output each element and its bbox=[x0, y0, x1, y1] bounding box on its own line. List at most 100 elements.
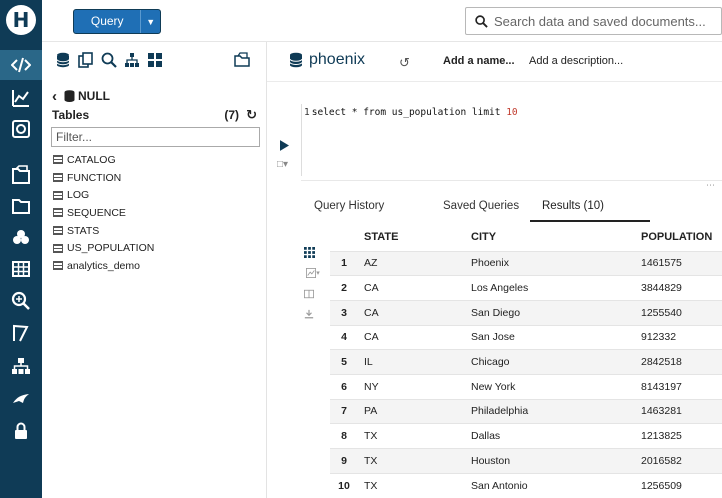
table-list: CATALOG FUNCTION LOG SEQUENCE STATS US_P… bbox=[53, 151, 253, 275]
table-icon bbox=[53, 190, 63, 200]
table-item[interactable]: STATS bbox=[53, 222, 253, 240]
table-row[interactable]: 5 IL Chicago 2842518 bbox=[330, 349, 722, 375]
table-row[interactable]: 4 CA San Jose 912332 bbox=[330, 324, 722, 350]
sitemap-icon[interactable] bbox=[123, 51, 141, 69]
table-row[interactable]: 7 PA Philadelphia 1463281 bbox=[330, 398, 722, 424]
database-name: NULL bbox=[78, 89, 110, 103]
add-description-link[interactable]: Add a description... bbox=[529, 55, 623, 67]
row-index: 3 bbox=[330, 299, 358, 326]
table-item[interactable]: SEQUENCE bbox=[53, 204, 253, 222]
run-query-button[interactable] bbox=[280, 139, 290, 151]
table-row[interactable]: 1 AZ Phoenix 1461575 bbox=[330, 250, 722, 276]
sql-database-icon[interactable] bbox=[54, 51, 72, 69]
database-breadcrumb[interactable]: ‹ NULL bbox=[52, 88, 110, 105]
sitemap-nav-icon[interactable] bbox=[0, 351, 42, 381]
table-cell: Los Angeles bbox=[465, 275, 635, 301]
copy-files-icon[interactable] bbox=[77, 51, 95, 69]
table-row[interactable]: 3 CA San Diego 1255540 bbox=[330, 299, 722, 326]
global-search[interactable] bbox=[465, 7, 722, 35]
table-cell: 8143197 bbox=[635, 373, 722, 400]
snippet-type-icon[interactable]: □▾ bbox=[277, 159, 288, 170]
history-icon[interactable]: ↺ bbox=[399, 55, 410, 71]
table-item[interactable]: FUNCTION bbox=[53, 169, 253, 187]
table-cell: Houston bbox=[465, 448, 635, 474]
table-cell: CA bbox=[358, 275, 465, 301]
row-index-header bbox=[330, 224, 358, 251]
refresh-icon[interactable]: ↻ bbox=[246, 107, 257, 123]
tab-saved-queries[interactable]: Saved Queries bbox=[443, 200, 519, 212]
hbase-nav-icon[interactable] bbox=[0, 223, 42, 253]
column-header[interactable]: STATE bbox=[358, 224, 465, 251]
table-item[interactable]: LOG bbox=[53, 186, 253, 204]
table-filter-input[interactable] bbox=[51, 127, 260, 147]
tab-results[interactable]: Results (10) bbox=[542, 200, 604, 212]
editor-nav-icon[interactable] bbox=[0, 50, 42, 80]
chevron-left-icon[interactable]: ‹ bbox=[52, 88, 57, 105]
table-cell: San Diego bbox=[465, 299, 635, 326]
query-button-label: Query bbox=[90, 14, 124, 28]
table-cell: New York bbox=[465, 373, 635, 400]
top-bar: Query ▼ bbox=[42, 0, 722, 42]
table-row[interactable]: 10 TX San Antonio 1256509 bbox=[330, 472, 722, 498]
search-nav-icon[interactable] bbox=[0, 286, 42, 316]
query-limit: 10 bbox=[506, 107, 518, 118]
result-tabs: Query History Saved Queries Results (10) bbox=[300, 196, 722, 222]
table-cell: TX bbox=[358, 448, 465, 474]
nav-rail: H bbox=[0, 0, 42, 498]
table-cell: Phoenix bbox=[465, 250, 635, 276]
tables-count: (7) bbox=[224, 108, 239, 122]
tables-header: Tables (7) ↻ bbox=[52, 107, 257, 124]
sql-editor[interactable]: 1 select * from us_population limit 10 bbox=[301, 104, 722, 176]
table-cell: 1461575 bbox=[635, 250, 722, 276]
assist-panel: ‹ NULL Tables (7) ↻ CATALOG FUNCTION LOG… bbox=[42, 42, 267, 498]
table-item[interactable]: US_POPULATION bbox=[53, 239, 253, 257]
dashboard-nav-icon[interactable] bbox=[0, 83, 42, 113]
workflow-nav-icon[interactable] bbox=[0, 318, 42, 348]
table-cell: IL bbox=[358, 349, 465, 375]
grid-view-icon[interactable] bbox=[146, 51, 164, 69]
download-icon[interactable] bbox=[302, 307, 316, 321]
more-options-icon[interactable]: ⋯ bbox=[706, 180, 716, 191]
documents-icon[interactable] bbox=[233, 51, 251, 69]
grid-view-icon[interactable] bbox=[302, 245, 316, 259]
table-cell: PA bbox=[358, 398, 465, 424]
table-item[interactable]: CATALOG bbox=[53, 151, 253, 169]
table-row[interactable]: 2 CA Los Angeles 3844829 bbox=[330, 275, 722, 301]
scheduler-nav-icon[interactable] bbox=[0, 114, 42, 144]
table-name: LOG bbox=[67, 189, 90, 202]
table-name: analytics_demo bbox=[67, 259, 140, 272]
query-text: select * from us_population limit bbox=[311, 107, 507, 118]
row-index: 5 bbox=[330, 349, 358, 375]
editor-database[interactable]: phoenix bbox=[289, 51, 365, 69]
columns-icon[interactable] bbox=[302, 287, 316, 301]
tab-query-history[interactable]: Query History bbox=[314, 200, 384, 212]
column-header[interactable]: CITY bbox=[465, 224, 635, 251]
row-index: 2 bbox=[330, 275, 358, 301]
search-index-icon[interactable] bbox=[100, 51, 118, 69]
query-button[interactable]: Query ▼ bbox=[73, 9, 161, 34]
table-icon bbox=[53, 173, 63, 183]
table-row[interactable]: 9 TX Houston 2016582 bbox=[330, 448, 722, 474]
code-line: 1 select * from us_population limit 10 bbox=[304, 107, 518, 118]
column-header[interactable]: POPULATION bbox=[635, 224, 722, 251]
table-cell: Chicago bbox=[465, 349, 635, 375]
table-item[interactable]: analytics_demo bbox=[53, 257, 253, 275]
search-input[interactable] bbox=[494, 13, 714, 29]
row-index: 10 bbox=[330, 472, 358, 498]
documents-nav-icon[interactable] bbox=[0, 160, 42, 190]
chevron-down-icon[interactable]: ▼ bbox=[140, 10, 160, 33]
editor-divider bbox=[301, 180, 722, 181]
table-row[interactable]: 8 TX Dallas 1213825 bbox=[330, 423, 722, 449]
assist-toolbar bbox=[42, 42, 267, 79]
lock-nav-icon[interactable] bbox=[0, 416, 42, 446]
phoenix-bird-nav-icon[interactable] bbox=[0, 384, 42, 414]
folder-nav-icon[interactable] bbox=[0, 191, 42, 221]
table-cell: 1255540 bbox=[635, 299, 722, 326]
database-icon bbox=[64, 90, 75, 102]
table-browser-nav-icon[interactable] bbox=[0, 254, 42, 284]
add-name-link[interactable]: Add a name... bbox=[443, 55, 515, 67]
chart-view-icon[interactable]: ▾ bbox=[302, 266, 324, 280]
hue-logo[interactable]: H bbox=[6, 5, 36, 35]
table-row[interactable]: 6 NY New York 8143197 bbox=[330, 373, 722, 400]
tables-label: Tables bbox=[52, 108, 90, 122]
